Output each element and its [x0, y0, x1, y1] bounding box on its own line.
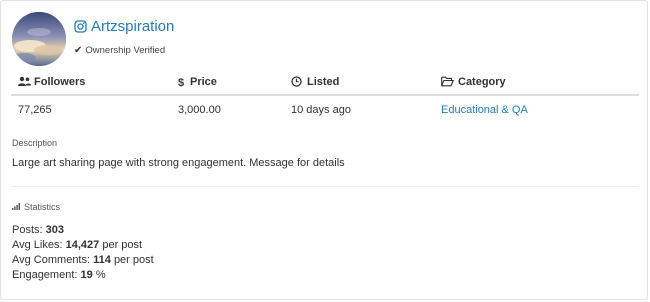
avg-likes-label: Avg Likes: — [12, 239, 63, 251]
stat-avg-comments: Avg Comments: 114 per post — [12, 253, 154, 268]
verified-label: Ownership Verified — [85, 45, 166, 56]
stat-avg-likes: Avg Likes: 14,427 per post — [12, 238, 154, 253]
divider — [11, 186, 639, 187]
avg-comments-suffix: per post — [113, 254, 154, 266]
check-icon: ✔ — [74, 45, 83, 56]
listed-value: 10 days ago — [291, 104, 351, 116]
clock-icon — [291, 76, 303, 87]
avatar-image — [12, 12, 66, 66]
table-row: 77,265 3,000.00 10 days ago Educational … — [11, 96, 639, 124]
price-value: 3,000.00 — [178, 104, 221, 116]
stat-engagement: Engagement: 19 % — [12, 268, 154, 283]
account-name-link[interactable]: Artzspiration — [74, 18, 174, 35]
description-label: Description — [12, 138, 58, 148]
header-listed: Listed — [284, 76, 434, 88]
stat-posts: Posts: 303 — [12, 223, 154, 238]
account-name: Artzspiration — [91, 18, 175, 35]
description-text: Large art sharing page with strong engag… — [12, 157, 345, 169]
header-category-label: Category — [458, 75, 506, 88]
header-price: $ Price — [171, 76, 284, 88]
header-followers-label: Followers — [34, 75, 86, 88]
category-link[interactable]: Educational & QA — [441, 104, 528, 116]
folder-open-icon — [441, 76, 454, 87]
header-price-label: Price — [190, 75, 217, 88]
avatar[interactable] — [12, 12, 66, 66]
header-followers: Followers — [11, 76, 171, 88]
statistics-heading: Statistics — [12, 202, 60, 212]
statistics-list: Posts: 303 Avg Likes: 14,427 per post Av… — [12, 223, 154, 283]
avg-comments-value: 114 — [93, 254, 111, 266]
ownership-verified-badge: ✔ Ownership Verified — [74, 45, 165, 56]
engagement-suffix: % — [95, 269, 106, 281]
header-category: Category — [434, 76, 639, 88]
engagement-value: 19 — [80, 269, 93, 281]
users-icon — [18, 76, 31, 87]
header-listed-label: Listed — [307, 75, 340, 88]
posts-value: 303 — [45, 224, 64, 236]
avg-comments-label: Avg Comments: — [12, 254, 91, 266]
engagement-label: Engagement: — [12, 269, 78, 281]
avg-likes-suffix: per post — [102, 239, 143, 251]
listing-table: Followers $ Price Listed Category 77,265… — [11, 69, 639, 124]
table-header: Followers $ Price Listed Category — [11, 69, 639, 96]
followers-value: 77,265 — [18, 104, 52, 116]
instagram-icon — [74, 20, 87, 33]
avg-likes-value: 14,427 — [65, 239, 100, 251]
posts-label: Posts: — [12, 224, 43, 236]
bar-chart-icon — [12, 202, 21, 212]
listing-card: Artzspiration ✔ Ownership Verified Follo… — [0, 0, 648, 300]
statistics-label: Statistics — [24, 202, 61, 212]
dollar-icon: $ — [178, 76, 186, 87]
svg-text:$: $ — [178, 77, 184, 87]
